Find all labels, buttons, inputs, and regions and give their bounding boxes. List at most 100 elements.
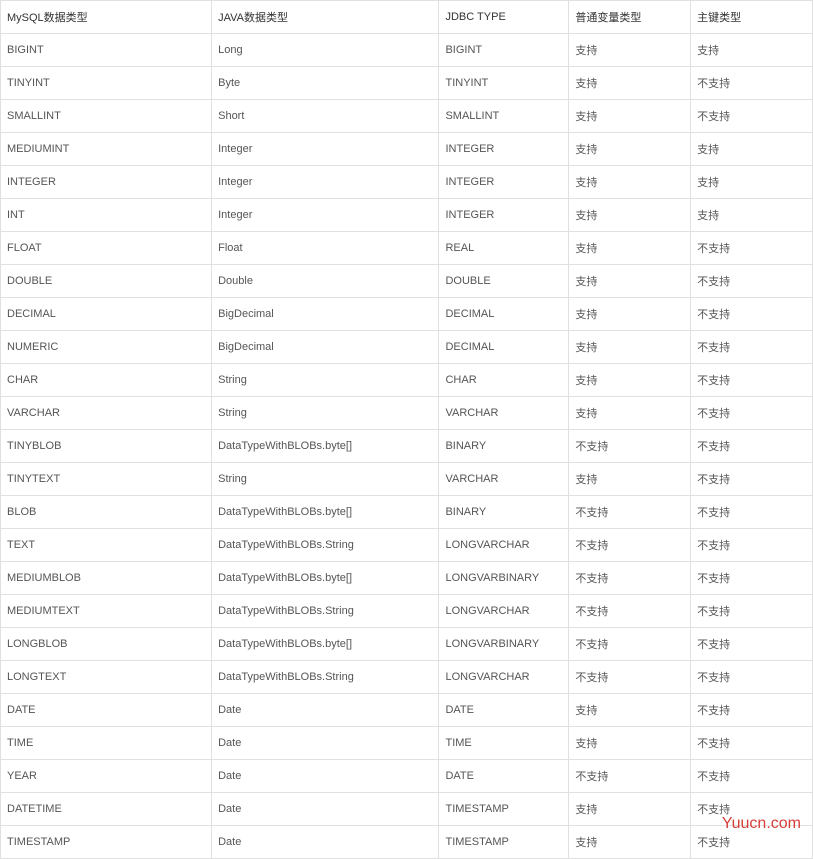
table-cell: MEDIUMINT (1, 133, 212, 166)
table-row: VARCHARStringVARCHAR支持不支持 (1, 397, 813, 430)
table-cell: 不支持 (691, 331, 813, 364)
table-cell: Byte (212, 67, 439, 100)
table-row: BLOBDataTypeWithBLOBs.byte[]BINARY不支持不支持 (1, 496, 813, 529)
table-cell: 不支持 (691, 100, 813, 133)
table-cell: NUMERIC (1, 331, 212, 364)
table-cell: 不支持 (691, 463, 813, 496)
header-java-type: JAVA数据类型 (212, 1, 439, 34)
table-cell: 不支持 (691, 727, 813, 760)
table-cell: VARCHAR (439, 397, 569, 430)
table-cell: BINARY (439, 430, 569, 463)
table-cell: CHAR (1, 364, 212, 397)
table-cell: Date (212, 727, 439, 760)
table-cell: BINARY (439, 496, 569, 529)
table-cell: 不支持 (691, 298, 813, 331)
table-cell: MEDIUMTEXT (1, 595, 212, 628)
table-cell: Date (212, 760, 439, 793)
table-cell: 不支持 (691, 364, 813, 397)
table-cell: Date (212, 793, 439, 826)
table-cell: 不支持 (691, 562, 813, 595)
table-cell: 支持 (569, 694, 691, 727)
table-cell: 不支持 (691, 397, 813, 430)
table-cell: 支持 (691, 133, 813, 166)
table-cell: INTEGER (1, 166, 212, 199)
header-jdbc-type: JDBC TYPE (439, 1, 569, 34)
table-cell: 不支持 (691, 265, 813, 298)
table-cell: TINYBLOB (1, 430, 212, 463)
table-cell: TINYTEXT (1, 463, 212, 496)
table-row: TINYINTByteTINYINT支持不支持 (1, 67, 813, 100)
table-cell: Short (212, 100, 439, 133)
table-cell: VARCHAR (439, 463, 569, 496)
table-cell: SMALLINT (1, 100, 212, 133)
table-cell: 支持 (569, 166, 691, 199)
table-cell: BIGINT (1, 34, 212, 67)
table-cell: Long (212, 34, 439, 67)
table-cell: 不支持 (691, 430, 813, 463)
table-cell: 不支持 (569, 430, 691, 463)
table-row: TINYTEXTStringVARCHAR支持不支持 (1, 463, 813, 496)
table-cell: 支持 (569, 199, 691, 232)
table-cell: String (212, 397, 439, 430)
table-cell: 支持 (569, 397, 691, 430)
table-cell: LONGVARCHAR (439, 595, 569, 628)
table-cell: FLOAT (1, 232, 212, 265)
table-cell: DataTypeWithBLOBs.String (212, 595, 439, 628)
table-row: TIMESTAMPDateTIMESTAMP支持不支持 (1, 826, 813, 859)
table-cell: CHAR (439, 364, 569, 397)
table-cell: DataTypeWithBLOBs.byte[] (212, 496, 439, 529)
table-cell: 支持 (691, 34, 813, 67)
table-row: DOUBLEDoubleDOUBLE支持不支持 (1, 265, 813, 298)
table-cell: TIMESTAMP (1, 826, 212, 859)
table-cell: INTEGER (439, 199, 569, 232)
table-cell: 支持 (569, 67, 691, 100)
header-variable-type: 普通变量类型 (569, 1, 691, 34)
table-row: TIMEDateTIME支持不支持 (1, 727, 813, 760)
table-cell: 支持 (569, 265, 691, 298)
table-cell: 不支持 (691, 529, 813, 562)
table-row: MEDIUMTEXTDataTypeWithBLOBs.StringLONGVA… (1, 595, 813, 628)
table-row: LONGBLOBDataTypeWithBLOBs.byte[]LONGVARB… (1, 628, 813, 661)
table-row: LONGTEXTDataTypeWithBLOBs.StringLONGVARC… (1, 661, 813, 694)
table-cell: DOUBLE (439, 265, 569, 298)
table-cell: Integer (212, 166, 439, 199)
table-cell: SMALLINT (439, 100, 569, 133)
table-cell: String (212, 364, 439, 397)
table-cell: DOUBLE (1, 265, 212, 298)
table-cell: 不支持 (569, 760, 691, 793)
table-cell: BIGINT (439, 34, 569, 67)
table-cell: MEDIUMBLOB (1, 562, 212, 595)
table-cell: TIME (1, 727, 212, 760)
table-cell: DATE (439, 760, 569, 793)
table-cell: 支持 (569, 463, 691, 496)
table-cell: TINYINT (1, 67, 212, 100)
table-row: TINYBLOBDataTypeWithBLOBs.byte[]BINARY不支… (1, 430, 813, 463)
table-cell: 不支持 (691, 628, 813, 661)
table-cell: VARCHAR (1, 397, 212, 430)
table-cell: INTEGER (439, 166, 569, 199)
table-cell: 支持 (569, 331, 691, 364)
table-cell: 不支持 (569, 595, 691, 628)
table-cell: 不支持 (569, 562, 691, 595)
table-row: CHARStringCHAR支持不支持 (1, 364, 813, 397)
table-cell: TINYINT (439, 67, 569, 100)
table-cell: DataTypeWithBLOBs.byte[] (212, 628, 439, 661)
table-cell: 不支持 (569, 628, 691, 661)
table-cell: 不支持 (691, 67, 813, 100)
table-row: MEDIUMINTIntegerINTEGER支持支持 (1, 133, 813, 166)
table-cell: TIME (439, 727, 569, 760)
table-cell: DECIMAL (1, 298, 212, 331)
table-cell: REAL (439, 232, 569, 265)
table-cell: TIMESTAMP (439, 826, 569, 859)
table-cell: String (212, 463, 439, 496)
table-cell: DATE (1, 694, 212, 727)
table-cell: Double (212, 265, 439, 298)
table-cell: DECIMAL (439, 298, 569, 331)
table-cell: LONGVARBINARY (439, 562, 569, 595)
table-row: DECIMALBigDecimalDECIMAL支持不支持 (1, 298, 813, 331)
table-cell: 不支持 (691, 826, 813, 859)
table-cell: 不支持 (691, 595, 813, 628)
table-row: INTEGERIntegerINTEGER支持支持 (1, 166, 813, 199)
table-cell: DataTypeWithBLOBs.String (212, 661, 439, 694)
table-cell: 不支持 (691, 694, 813, 727)
